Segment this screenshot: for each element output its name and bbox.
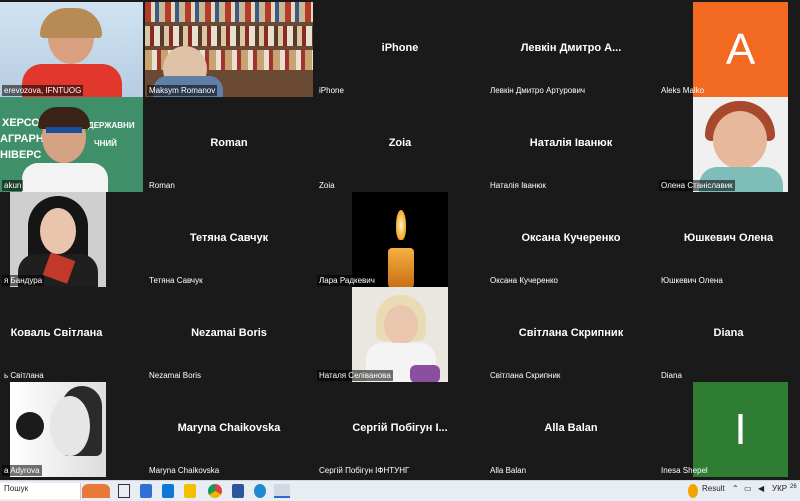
participant-tile[interactable]: Maryna Chaikovska Maryna Chaikovska bbox=[145, 382, 313, 477]
participant-display-name: Левкін Дмитро А... bbox=[520, 42, 622, 54]
store-icon[interactable] bbox=[162, 484, 174, 498]
participant-display-name: Alla Balan bbox=[544, 422, 598, 434]
weather-text[interactable]: Result bbox=[702, 484, 725, 493]
folder-icon[interactable] bbox=[184, 484, 196, 498]
search-highlight-icon bbox=[82, 484, 110, 498]
participant-tile[interactable]: Наталія Іванюк Наталія Іванюк bbox=[486, 97, 656, 192]
participant-tile[interactable]: Zoia Zoia bbox=[315, 97, 485, 192]
search-placeholder: Пошук bbox=[4, 484, 29, 493]
task-view-icon[interactable] bbox=[118, 484, 130, 498]
participant-display-name: iPhone bbox=[381, 42, 419, 54]
participant-video bbox=[10, 192, 106, 287]
participant-name: Roman bbox=[149, 181, 175, 190]
participant-tile[interactable]: Юшкевич Олена Юшкевич Олена bbox=[657, 192, 800, 287]
participant-name: Maksym Romanov bbox=[147, 85, 218, 96]
participant-video bbox=[352, 287, 448, 382]
participant-name: a Adyrova bbox=[2, 465, 42, 476]
participant-name: Світлана Скрипник bbox=[490, 371, 561, 380]
participant-name: я Бандура bbox=[2, 275, 45, 286]
participant-name: Nezamai Boris bbox=[149, 371, 202, 380]
participant-name: ь Світлана bbox=[4, 371, 44, 380]
participant-tile[interactable]: I Inesa Shepel bbox=[657, 382, 800, 477]
participant-tile[interactable]: Світлана Скрипник Світлана Скрипник bbox=[486, 287, 656, 382]
participant-video bbox=[693, 97, 788, 192]
participant-name: Aleks Malko bbox=[661, 86, 705, 95]
banner-text: ДЕРЖАВНИ bbox=[88, 121, 135, 130]
participant-name: Наталія Іванюк bbox=[490, 181, 546, 190]
participant-tile[interactable]: Наталя Селіванова bbox=[315, 287, 485, 382]
banner-text: НІВЕРС bbox=[0, 149, 42, 161]
participant-tile[interactable]: ХЕРСО АГРАРН НІВЕРС ДЕРЖАВНИ ЧНИЙ akun bbox=[0, 97, 143, 192]
volume-icon[interactable]: ◀ bbox=[758, 484, 764, 493]
avatar: I bbox=[693, 382, 788, 477]
file-explorer-icon[interactable] bbox=[140, 484, 152, 498]
participant-display-name: Nezamai Boris bbox=[191, 327, 267, 339]
participant-display-name: Zoia bbox=[388, 137, 412, 149]
participant-name: Diana bbox=[661, 371, 682, 380]
participant-name: iPhone bbox=[319, 86, 344, 95]
participant-video bbox=[10, 382, 106, 477]
participant-display-name: Наталія Іванюк bbox=[529, 137, 613, 149]
banner-text: АГРАРН bbox=[0, 133, 44, 145]
edge-icon[interactable] bbox=[254, 484, 266, 498]
clock[interactable]: 26 bbox=[790, 484, 797, 490]
participant-name: Тетяна Савчук bbox=[149, 276, 203, 285]
participant-display-name: Maryna Chaikovska bbox=[177, 422, 281, 434]
participant-video bbox=[145, 2, 313, 97]
participant-tile[interactable]: Roman Roman bbox=[145, 97, 313, 192]
participant-display-name: Тетяна Савчук bbox=[189, 232, 269, 244]
participant-name: Оксана Кучеренко bbox=[490, 276, 558, 285]
participant-display-name: Світлана Скрипник bbox=[518, 327, 624, 339]
participant-name: Юшкевич Олена bbox=[661, 276, 723, 285]
chrome-icon[interactable] bbox=[208, 484, 222, 498]
participant-display-name: Коваль Світлана bbox=[10, 327, 103, 339]
participant-tile[interactable]: a Adyrova bbox=[0, 382, 143, 477]
participant-tile[interactable]: iPhone iPhone bbox=[315, 2, 485, 97]
participant-video bbox=[0, 2, 143, 97]
participant-tile[interactable]: Лара Радкевич bbox=[315, 192, 485, 287]
participant-tile[interactable]: Оксана Кучеренко Оксана Кучеренко bbox=[486, 192, 656, 287]
participant-name: Левкін Дмитро Артурович bbox=[490, 86, 586, 95]
participant-name: Alla Balan bbox=[490, 466, 527, 475]
word-icon[interactable] bbox=[232, 484, 244, 498]
participant-name: Maryna Chaikovska bbox=[149, 466, 220, 475]
participant-name: Zoia bbox=[319, 181, 335, 190]
participant-display-name: Оксана Кучеренко bbox=[521, 232, 621, 244]
participant-video: ХЕРСО АГРАРН НІВЕРС ДЕРЖАВНИ ЧНИЙ bbox=[0, 97, 143, 192]
participant-name: akun bbox=[2, 180, 24, 191]
participant-tile[interactable]: Diana Diana bbox=[657, 287, 800, 382]
participant-tile[interactable]: Коваль Світлана ь Світлана bbox=[0, 287, 143, 382]
participant-tile[interactable]: Maksym Romanov bbox=[145, 2, 313, 97]
candle-image bbox=[352, 192, 448, 287]
participant-name: Сергій Побігун ІФНТУНГ bbox=[319, 466, 410, 475]
participant-display-name: Roman bbox=[210, 137, 248, 149]
participant-tile[interactable]: erevozova, IFNTUOG bbox=[0, 2, 143, 97]
participant-name: Inesa Shepel bbox=[661, 466, 708, 475]
participant-name: Наталя Селіванова bbox=[317, 370, 393, 381]
participant-name: Лара Радкевич bbox=[317, 275, 377, 286]
participant-tile[interactable]: Олена Станіславик bbox=[657, 97, 800, 192]
participant-display-name: Diana bbox=[713, 327, 744, 339]
taskbar: Пошук Result ⌃ ▭ ◀ УКР 26 bbox=[0, 480, 800, 501]
weather-icon[interactable] bbox=[688, 484, 698, 498]
network-icon[interactable]: ▭ bbox=[744, 484, 752, 493]
participant-tile[interactable]: A Aleks Malko bbox=[657, 2, 800, 97]
language-indicator[interactable]: УКР bbox=[772, 484, 787, 493]
video-grid: erevozova, IFNTUOG Maksym Romanov iPhone… bbox=[0, 0, 800, 480]
participant-tile[interactable]: я Бандура bbox=[0, 192, 143, 287]
participant-tile[interactable]: Сергій Побігун І... Сергій Побігун ІФНТУ… bbox=[315, 382, 485, 477]
banner-text: ЧНИЙ bbox=[94, 139, 117, 148]
chevron-up-icon[interactable]: ⌃ bbox=[732, 484, 739, 493]
participant-name: Олена Станіславик bbox=[659, 180, 735, 191]
avatar: A bbox=[693, 2, 788, 97]
media-player-icon[interactable] bbox=[274, 484, 290, 498]
participant-display-name: Сергій Побігун І... bbox=[352, 422, 448, 434]
participant-display-name: Юшкевич Олена bbox=[683, 232, 774, 244]
participant-tile[interactable]: Nezamai Boris Nezamai Boris bbox=[145, 287, 313, 382]
participant-tile[interactable]: Левкін Дмитро А... Левкін Дмитро Артуров… bbox=[486, 2, 656, 97]
participant-tile[interactable]: Тетяна Савчук Тетяна Савчук bbox=[145, 192, 313, 287]
banner-text: ХЕРСО bbox=[2, 117, 40, 129]
participant-tile[interactable]: Alla Balan Alla Balan bbox=[486, 382, 656, 477]
participant-name: erevozova, IFNTUOG bbox=[2, 85, 84, 96]
